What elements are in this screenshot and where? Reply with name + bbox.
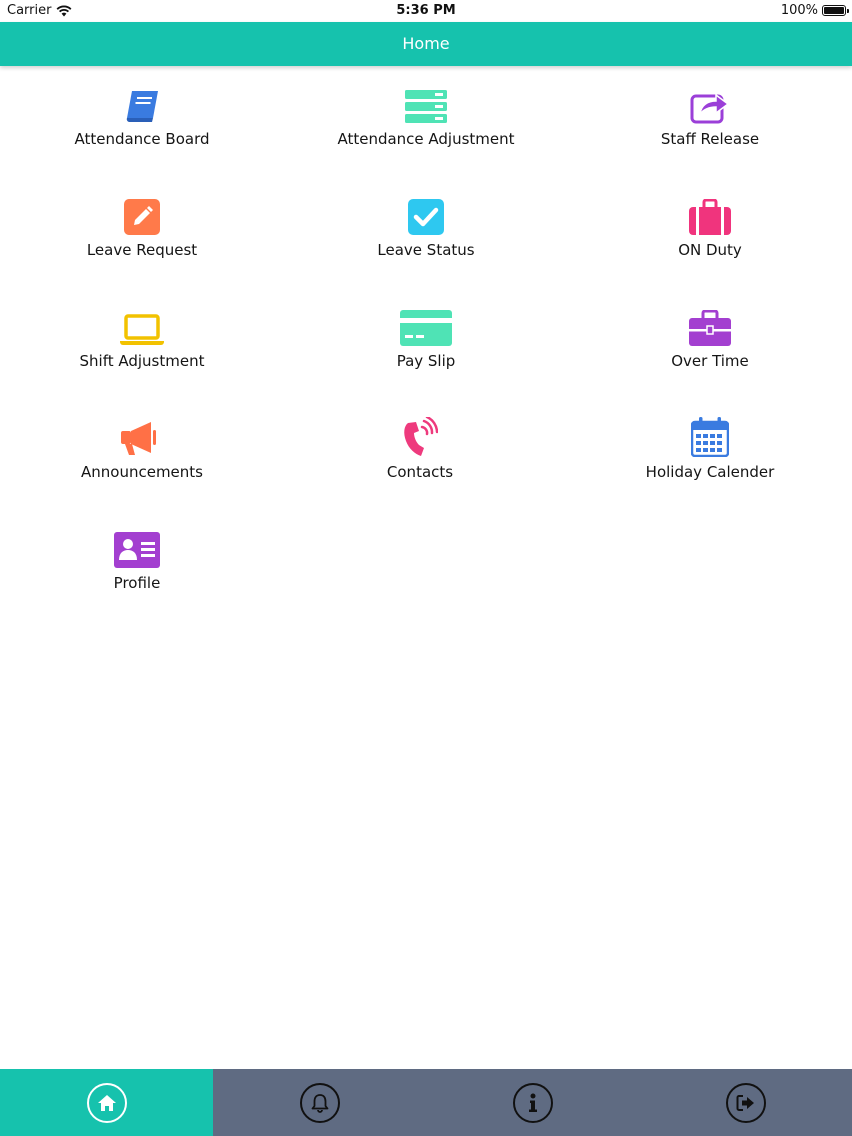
megaphone-icon: [112, 413, 172, 457]
info-icon: [528, 1093, 537, 1112]
nav-bar: Home: [0, 22, 852, 66]
menu-holiday-calender[interactable]: Holiday Calender: [590, 399, 830, 489]
briefcase-icon: [680, 302, 740, 346]
menu-label: Attendance Board: [74, 130, 210, 148]
battery-percent: 100%: [780, 3, 818, 18]
bell-icon: [311, 1093, 328, 1113]
tab-info[interactable]: [426, 1069, 639, 1136]
status-bar: Carrier 5:36 PM 100%: [0, 0, 852, 22]
menu-attendance-adjustment[interactable]: Attendance Adjustment: [306, 66, 546, 156]
share-icon: [680, 80, 740, 124]
menu-label: Over Time: [671, 352, 749, 370]
menu-label: Leave Status: [377, 241, 475, 259]
menu-on-duty[interactable]: ON Duty: [590, 177, 830, 267]
menu-label: Announcements: [81, 463, 203, 481]
tab-home[interactable]: [0, 1069, 213, 1136]
menu-pay-slip[interactable]: Pay Slip: [306, 288, 546, 378]
tab-notifications[interactable]: [213, 1069, 426, 1136]
tab-bar: [0, 1069, 852, 1136]
menu-label: Staff Release: [660, 130, 760, 148]
menu-label: Profile: [113, 574, 161, 592]
server-stack-icon: [396, 80, 456, 124]
suitcase-icon: [680, 191, 740, 235]
menu-profile[interactable]: Profile: [17, 510, 257, 600]
tab-logout[interactable]: [639, 1069, 852, 1136]
edit-icon: [112, 191, 172, 235]
laptop-icon: [112, 302, 172, 346]
menu-label: ON Duty: [678, 241, 742, 259]
logout-tab-button[interactable]: [725, 1082, 766, 1123]
menu-shift-adjustment[interactable]: Shift Adjustment: [22, 288, 262, 378]
menu-staff-release[interactable]: Staff Release: [590, 66, 830, 156]
menu-label: Shift Adjustment: [79, 352, 205, 370]
menu-attendance-board[interactable]: Attendance Board: [22, 66, 262, 156]
phone-icon: [390, 413, 450, 457]
status-time: 5:36 PM: [396, 3, 456, 18]
menu-label: Attendance Adjustment: [337, 130, 515, 148]
home-icon: [97, 1094, 116, 1111]
battery-group: 100%: [780, 3, 849, 18]
id-card-icon: [107, 524, 167, 568]
menu-leave-status[interactable]: Leave Status: [306, 177, 546, 267]
menu-leave-request[interactable]: Leave Request: [22, 177, 262, 267]
battery-icon: [822, 5, 849, 16]
notifications-tab-button[interactable]: [299, 1082, 340, 1123]
menu-announcements[interactable]: Announcements: [22, 399, 262, 489]
home-tab-button[interactable]: [86, 1082, 127, 1123]
menu-label: Contacts: [386, 463, 454, 481]
menu-label: Holiday Calender: [645, 463, 775, 481]
logout-icon: [736, 1094, 754, 1111]
page-title: Home: [402, 34, 450, 53]
menu-label: Leave Request: [86, 241, 198, 259]
calendar-icon: [680, 413, 740, 457]
menu-contacts[interactable]: Contacts: [300, 399, 540, 489]
checkbox-icon: [396, 191, 456, 235]
credit-card-icon: [396, 302, 456, 346]
menu-over-time[interactable]: Over Time: [590, 288, 830, 378]
menu-label: Pay Slip: [396, 352, 456, 370]
book-icon: [112, 80, 172, 124]
info-tab-button[interactable]: [512, 1082, 553, 1123]
